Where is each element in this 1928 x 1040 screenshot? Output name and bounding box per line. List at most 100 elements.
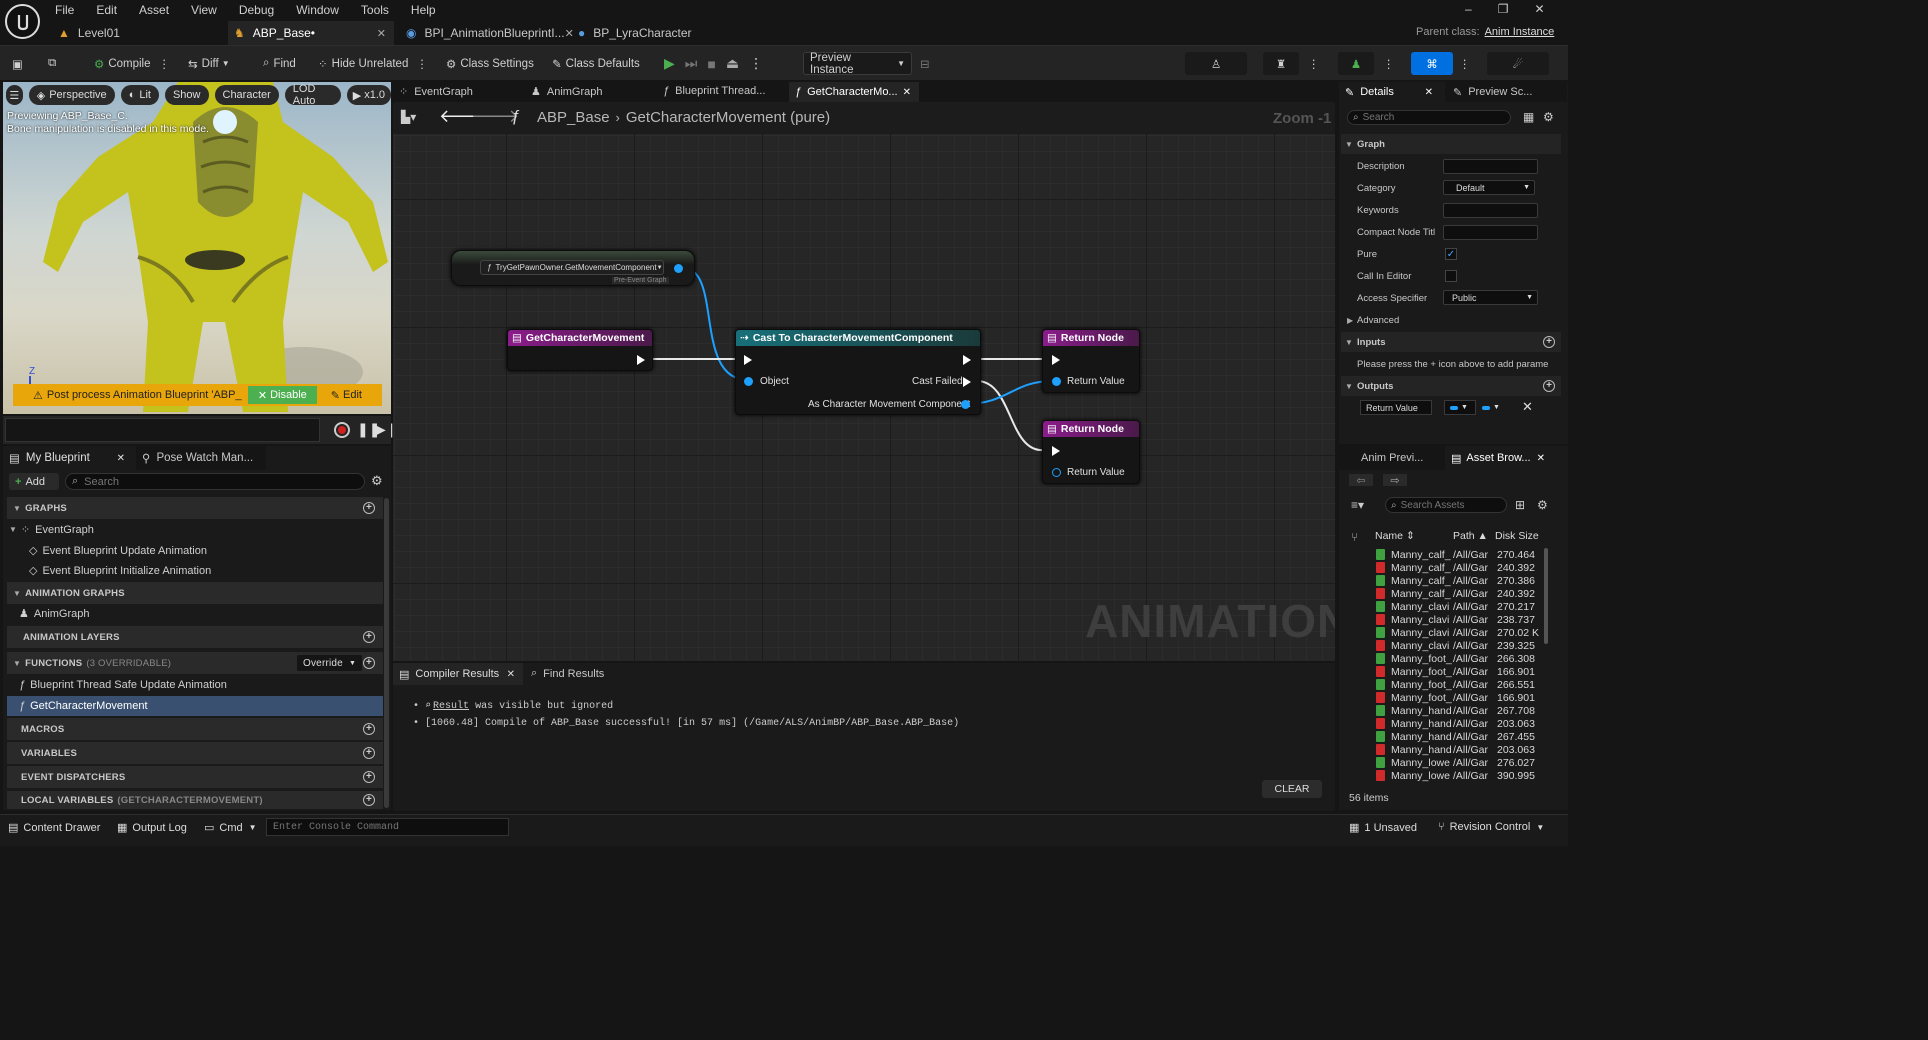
hamburger-menu-icon[interactable]: ☰ xyxy=(6,85,23,105)
exec-out-pin[interactable] xyxy=(963,355,971,365)
breadcrumb-root[interactable]: ABP_Base xyxy=(537,109,610,126)
call-in-editor-checkbox[interactable] xyxy=(1445,270,1457,282)
tree-thread-safe-update[interactable]: ƒ Blueprint Thread Safe Update Animation xyxy=(19,679,227,691)
access-specifier-dropdown[interactable]: Public ▼ xyxy=(1443,290,1538,305)
tree-event-update[interactable]: ◇ Event Blueprint Update Animation xyxy=(29,544,207,558)
revision-control-button[interactable]: ⑂ Revision Control ▼ xyxy=(1438,821,1544,833)
compile-button[interactable]: ⚙ Compile ⋮ xyxy=(94,52,170,75)
tab-eventgraph[interactable]: ⁘ EventGraph xyxy=(399,85,473,99)
blueprint-search[interactable]: ⌕ xyxy=(65,473,365,490)
more-icon[interactable]: ⋮ xyxy=(749,55,763,72)
node-function-entry[interactable]: ▤ GetCharacterMovement xyxy=(507,329,653,371)
asset-row[interactable]: Manny_foot_/All/Gar 266.308 xyxy=(1376,652,1546,665)
close-icon[interactable]: ✕ xyxy=(903,87,911,98)
disable-button[interactable]: ✕ Disable xyxy=(247,386,317,404)
details-search[interactable]: ⌕ xyxy=(1347,110,1511,125)
close-icon[interactable]: ✕ xyxy=(1425,87,1433,98)
add-local-variable-icon[interactable]: + xyxy=(363,794,375,806)
asset-row[interactable]: Manny_foot_/All/Gar 266.551 xyxy=(1376,678,1546,691)
asset-row[interactable]: Manny_lowe/All/Gar 276.027 xyxy=(1376,756,1546,769)
tab-anim-preview[interactable]: Anim Previ... xyxy=(1339,446,1445,470)
table-view-icon[interactable]: ▦ xyxy=(1523,110,1534,124)
close-icon[interactable]: ✕ xyxy=(1537,453,1545,464)
bookmark-icon[interactable]: ▙▾ xyxy=(401,110,416,124)
unsaved-button[interactable]: ▦ 1 Unsaved xyxy=(1349,821,1417,835)
edit-button[interactable]: ✎ Edit xyxy=(331,389,362,402)
close-icon[interactable]: ✕ xyxy=(507,669,515,680)
browse-icon[interactable]: ⧉ xyxy=(48,52,56,75)
result-link[interactable]: Result xyxy=(433,701,469,712)
as-cmc-pin[interactable] xyxy=(961,400,970,409)
scrollbar[interactable] xyxy=(384,498,389,808)
settings-gear-icon[interactable]: ⚙ xyxy=(1543,110,1554,124)
settings-gear-icon[interactable]: ⚙ xyxy=(1537,498,1548,512)
keywords-field[interactable] xyxy=(1443,203,1538,218)
close-window-icon[interactable]: ✕ xyxy=(1534,2,1544,16)
asset-row[interactable]: Manny_calf_/All/Gar 270.386 xyxy=(1376,574,1546,587)
column-path[interactable]: Path ▲ xyxy=(1453,530,1488,542)
minimize-icon[interactable]: – xyxy=(1465,2,1472,16)
close-icon[interactable]: ✕ xyxy=(117,453,125,464)
search-input[interactable] xyxy=(84,475,345,488)
node-cast-to-cmc[interactable]: ⇢ Cast To CharacterMovementComponent Obj… xyxy=(735,329,981,415)
show-button[interactable]: Show xyxy=(164,85,209,105)
skeleton-mode-button[interactable]: ♙ xyxy=(1185,52,1247,75)
asset-row[interactable]: Manny_hand/All/Gar 267.708 xyxy=(1376,704,1546,717)
object-pin[interactable] xyxy=(744,377,753,386)
add-button[interactable]: + Add xyxy=(9,473,59,490)
tab-blueprint-thread[interactable]: ƒ Blueprint Thread... xyxy=(663,85,765,97)
back-arrow-icon[interactable]: ⇦ xyxy=(1349,474,1373,487)
menu-debug[interactable]: Debug xyxy=(239,3,274,17)
tab-compiler-results[interactable]: ▤ Compiler Results ✕ xyxy=(393,663,523,685)
column-disk-size[interactable]: Disk Size xyxy=(1495,530,1539,542)
description-field[interactable] xyxy=(1443,159,1538,174)
record-icon[interactable] xyxy=(334,422,350,438)
return-value-pin[interactable] xyxy=(1052,377,1061,386)
mesh-mode-button[interactable]: ♜ xyxy=(1263,52,1299,75)
output-pin[interactable] xyxy=(674,264,683,273)
class-defaults-button[interactable]: ✎ Class Defaults xyxy=(552,52,640,75)
play-icon[interactable]: ▶ xyxy=(664,55,675,72)
filter-icon[interactable]: ≡▾ xyxy=(1351,498,1364,512)
more-icon[interactable]: ⋮ xyxy=(416,57,428,71)
remove-output-icon[interactable]: ✕ xyxy=(1522,399,1533,415)
timeline-scrubber[interactable] xyxy=(5,418,320,442)
perspective-button[interactable]: ◈ Perspective xyxy=(28,85,115,105)
tab-find-results[interactable]: ⌕ Find Results xyxy=(531,667,604,680)
diff-button[interactable]: ⇆ Diff ▼ xyxy=(188,52,230,75)
more-icon[interactable]: ⋮ xyxy=(1383,52,1395,75)
asset-search[interactable]: ⌕ xyxy=(1385,497,1507,513)
tree-eventgraph[interactable]: ▼ ⁘ EventGraph xyxy=(9,523,94,537)
tab-getcharactermovement[interactable]: ƒ GetCharacterMo... ✕ xyxy=(789,82,919,102)
more-icon[interactable]: ⋮ xyxy=(159,57,171,71)
character-button[interactable]: Character xyxy=(214,85,279,105)
add-output-icon[interactable]: + xyxy=(1543,380,1555,392)
graph-canvas[interactable]: ƒ TryGetPawnOwner.GetMovementComponent ▼… xyxy=(393,134,1335,661)
exec-in-pin[interactable] xyxy=(1052,446,1060,456)
exec-in-pin[interactable] xyxy=(1052,355,1060,365)
asset-row[interactable]: Manny_clavi/All/Gar 270.02 K xyxy=(1376,626,1546,639)
override-dropdown[interactable]: Override ▼ xyxy=(297,655,363,671)
add-graph-icon[interactable]: + xyxy=(363,502,375,514)
menu-edit[interactable]: Edit xyxy=(96,3,117,17)
cmd-dropdown[interactable]: ▭ Cmd ▼ xyxy=(204,821,257,835)
tab-preview-scene[interactable]: ✎ Preview Sc... xyxy=(1445,82,1567,102)
hide-unrelated-button[interactable]: ⁘ Hide Unrelated ⋮ xyxy=(318,52,428,75)
save-icon[interactable]: ▣ xyxy=(12,52,23,75)
section-local-variables[interactable]: LOCAL VARIABLES (GETCHARACTERMOVEMENT) + xyxy=(7,791,383,809)
return-value-pin[interactable] xyxy=(1052,468,1061,477)
asset-row[interactable]: Manny_clavi/All/Gar 239.325 xyxy=(1376,639,1546,652)
pure-checkbox[interactable]: ✓ xyxy=(1445,248,1457,260)
property-access-dropdown[interactable]: ƒ TryGetPawnOwner.GetMovementComponent ▼ xyxy=(480,260,664,275)
asset-search-input[interactable] xyxy=(1400,499,1496,511)
menu-window[interactable]: Window xyxy=(296,3,339,17)
node-return-2[interactable]: ▤ Return Node Return Value xyxy=(1042,420,1140,484)
asset-row[interactable]: Manny_hand/All/Gar 267.455 xyxy=(1376,730,1546,743)
node-return-1[interactable]: ▤ Return Node Return Value xyxy=(1042,329,1140,393)
section-advanced[interactable]: ▶ Advanced xyxy=(1341,310,1561,330)
debug-filter-icon[interactable]: ⊟ xyxy=(920,52,930,75)
parent-class-link[interactable]: Anim Instance xyxy=(1485,26,1555,38)
asset-row[interactable]: Manny_clavi/All/Gar 270.217 xyxy=(1376,600,1546,613)
section-graph[interactable]: ▼ Graph xyxy=(1341,134,1561,154)
console-input[interactable] xyxy=(266,818,509,836)
